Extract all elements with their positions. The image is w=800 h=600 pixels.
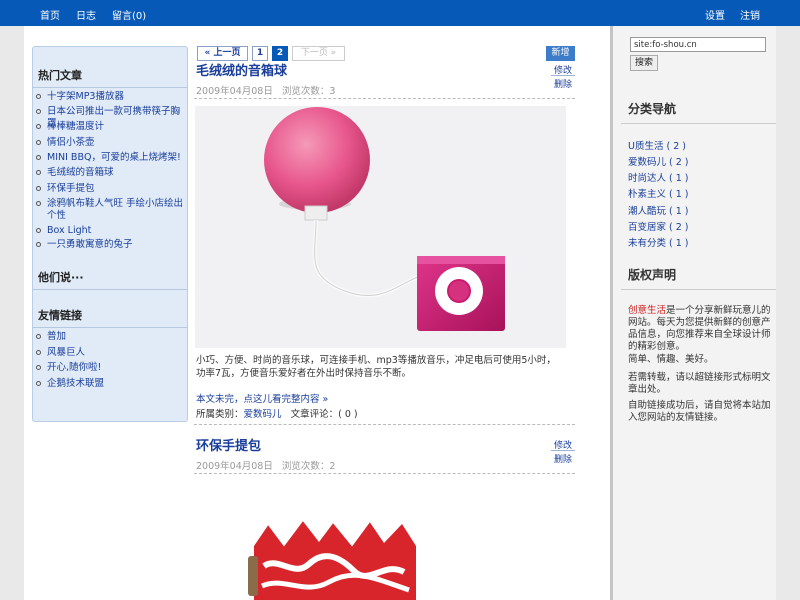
- search-button[interactable]: 搜索: [630, 55, 658, 71]
- category-link[interactable]: 朴素主义 ( 1 ): [628, 186, 689, 200]
- category-link[interactable]: 时尚达人 ( 1 ): [628, 170, 689, 184]
- bullet-icon: [36, 170, 41, 175]
- post-date: 2009年04月08日: [196, 86, 273, 97]
- divider: [551, 75, 575, 76]
- divider: [621, 289, 776, 290]
- copyright-reprint-note: 若需转载，请以超链接形式标明文章出处。: [628, 372, 771, 395]
- prev-page-button[interactable]: « 上一页: [197, 46, 248, 61]
- copyright-motto: 简单、情趣、美好。: [628, 354, 714, 365]
- dashed-divider: [194, 473, 575, 474]
- bullet-icon: [36, 109, 41, 114]
- divider: [33, 87, 187, 88]
- category-link[interactable]: U质生活 ( 2 ): [628, 138, 686, 152]
- right-sidebar: 搜索 分类导航 U质生活 ( 2 ) 爱数码儿 ( 2 ) 时尚达人 ( 1 )…: [613, 26, 776, 600]
- category-label: 所属类别：: [196, 409, 244, 420]
- new-post-button[interactable]: 新增: [546, 46, 575, 61]
- post-date: 2009年04月08日: [196, 461, 273, 472]
- bullet-icon: [36, 381, 41, 386]
- nav-blog-link[interactable]: 日志: [76, 7, 96, 22]
- divider: [621, 123, 776, 124]
- post-views: 浏览次数：2: [281, 461, 336, 472]
- bullet-icon: [36, 350, 41, 355]
- comments-count[interactable]: 文章评论：( 0 ): [291, 409, 358, 420]
- post-image-speaker-ball: [195, 106, 566, 348]
- dashed-divider: [194, 424, 575, 425]
- nav-home-link[interactable]: 首页: [40, 7, 60, 22]
- nav-settings-link[interactable]: 设置: [705, 7, 725, 22]
- category-link[interactable]: 未有分类 ( 1 ): [628, 235, 689, 249]
- copyright-link-note: 自助链接成功后，请自觉将本站加入您网站的友情链接。: [628, 400, 771, 423]
- copyright-heading: 版权声明: [628, 268, 677, 282]
- bullet-icon: [36, 201, 41, 206]
- delete-post-link[interactable]: 删除: [554, 452, 572, 465]
- category-link[interactable]: 爱数码儿: [244, 409, 282, 420]
- post-meta: 2009年04月08日 浏览次数：3: [196, 83, 335, 97]
- nav-guestbook-link[interactable]: 留言(0): [112, 7, 146, 22]
- top-nav-bar: 首页 日志 留言(0) 设置 注销: [0, 0, 800, 26]
- divider: [33, 327, 187, 328]
- they-say-heading: 他们说···: [38, 271, 84, 284]
- nav-logout-link[interactable]: 注销: [740, 7, 760, 22]
- copyright-intro: 创意生活是一个分享新鲜玩意儿的网站。每天为您提供新鲜的创意产品信息，向您推荐来自…: [628, 305, 771, 352]
- bullet-icon: [36, 365, 41, 370]
- bullet-icon: [36, 242, 41, 247]
- bullet-icon: [36, 186, 41, 191]
- bullet-icon: [36, 228, 41, 233]
- post-title[interactable]: 毛绒绒的音箱球: [196, 60, 287, 79]
- post-views: 浏览次数：3: [281, 86, 336, 97]
- post-meta: 2009年04月08日 浏览次数：2: [196, 458, 335, 472]
- main-content: « 上一页 1 2 下一页 » 新增 毛绒绒的音箱球 修改 删除 2009年04…: [194, 42, 578, 600]
- category-link[interactable]: 百变居家 ( 2 ): [628, 219, 689, 233]
- post-image-eco-bag: [234, 516, 434, 600]
- post-footer: 所属类别：爱数码儿 文章评论：( 0 ): [196, 406, 358, 420]
- post-title[interactable]: 环保手提包: [196, 435, 261, 454]
- friend-links-heading: 友情链接: [38, 309, 82, 322]
- bullet-icon: [36, 334, 41, 339]
- page-2-button[interactable]: 2: [272, 46, 288, 61]
- delete-post-link[interactable]: 删除: [554, 77, 572, 90]
- page-1-button[interactable]: 1: [252, 46, 268, 61]
- category-nav-heading: 分类导航: [628, 102, 677, 116]
- site-brand-name: 创意生活: [628, 305, 667, 316]
- hot-articles-heading: 热门文章: [38, 69, 82, 82]
- bullet-icon: [36, 140, 41, 145]
- bullet-icon: [36, 155, 41, 160]
- search-input[interactable]: [630, 37, 766, 52]
- bullet-icon: [36, 94, 41, 99]
- next-page-button[interactable]: 下一页 »: [292, 46, 345, 61]
- left-sidebar: 热门文章 十字架MP3播放器 日本公司推出一款可携带筷子胸罩 棒棒糖温度计 情侣…: [32, 46, 188, 422]
- category-link[interactable]: 潮人酷玩 ( 1 ): [628, 203, 689, 217]
- divider: [33, 289, 187, 290]
- read-more-link[interactable]: 本文未完，点这儿看完整内容 »: [196, 391, 328, 405]
- category-link[interactable]: 爱数码儿 ( 2 ): [628, 154, 689, 168]
- dashed-divider: [194, 98, 575, 99]
- bullet-icon: [36, 124, 41, 129]
- page-container: 热门文章 十字架MP3播放器 日本公司推出一款可携带筷子胸罩 棒棒糖温度计 情侣…: [24, 26, 776, 600]
- divider: [551, 450, 575, 451]
- post-excerpt: 小巧、方便、时尚的音乐球，可连接手机、mp3等播放音乐，冲足电后可使用5小时，功…: [196, 355, 556, 379]
